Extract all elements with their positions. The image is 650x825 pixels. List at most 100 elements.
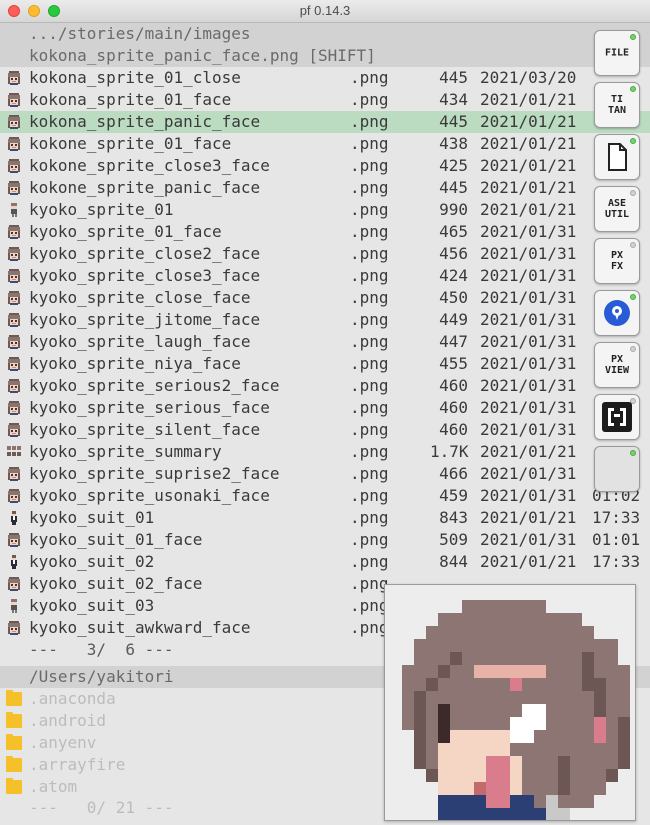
preview-pixel [426,704,438,717]
file-row[interactable]: kokone_sprite_close3_face .png 425 2021/01/… [0,155,650,177]
tool-document-button[interactable] [594,134,640,180]
file-row[interactable]: kyoko_sprite_usonaki_face .png 459 2021/01/… [0,485,650,507]
preview-pixel [486,743,498,756]
file-size: 455 [439,354,468,373]
preview-pixel [450,665,462,678]
file-size: 1.7K [430,442,469,461]
tool-location-pin-button[interactable] [594,290,640,336]
tool-pxfx-button[interactable]: PX FX [594,238,640,284]
preview-pixel [438,782,450,795]
file-date: 2021/01/21 [480,134,577,153]
file-row[interactable]: kyoko_sprite_niya_face .png 455 2021/01/31 [0,353,650,375]
face-icon [6,466,22,482]
preview-pixel [474,769,486,782]
preview-pixel [450,756,462,769]
preview-pixel [534,730,546,743]
file-size: 460 [439,376,468,395]
file-row[interactable]: kyoko_sprite_01_face .png 465 2021/01/31 [0,221,650,243]
file-row-selected[interactable]: kokona_sprite_panic_face .png 445 2021/01/2… [0,111,650,133]
file-row[interactable]: kyoko_suit_01 .png 843 2021/01/21 17:33 [0,507,650,529]
preview-pixel [498,808,510,820]
preview-pixel [534,808,546,820]
preview-pixel [486,782,498,795]
file-row[interactable]: kyoko_sprite_close3_face .png 424 2021/01/3… [0,265,650,287]
preview-pixel [618,678,630,691]
preview-pixel [534,665,546,678]
preview-pixel [582,691,594,704]
preview-pixel [546,756,558,769]
preview-pixel [438,808,450,820]
preview-pixel [462,626,474,639]
file-time: 17:33 [592,552,641,571]
preview-pixel [462,795,474,808]
file-name: kyoko_suit_01 [29,508,155,527]
preview-pixel [582,743,594,756]
preview-pixel [510,756,522,769]
preview-pixel [546,808,558,820]
file-row[interactable]: kyoko_sprite_silent_face .png 460 2021/01/3… [0,419,650,441]
file-name: kyoko_sprite_close3_face [29,266,261,285]
preview-pixel [546,691,558,704]
file-name: kyoko_sprite_silent_face [29,420,261,439]
file-row[interactable]: kyoko_sprite_laugh_face .png 447 2021/01/31 [0,331,650,353]
preview-pixel [522,639,534,652]
tool-brackets-logo-button[interactable] [594,394,640,440]
preview-pixel [450,639,462,652]
preview-pixel [546,717,558,730]
preview-pixel [618,704,630,717]
preview-pixel [402,704,414,717]
file-row[interactable]: kyoko_sprite_close_face .png 450 2021/01/31 [0,287,650,309]
preview-pixel [570,678,582,691]
preview-pixel [426,665,438,678]
preview-pixel [594,678,606,691]
tool-aseutil-button[interactable]: ASE UTIL [594,186,640,232]
file-row[interactable]: kyoko_sprite_serious_face .png 460 2021/01/… [0,397,650,419]
tool-blank-button[interactable] [594,446,640,492]
preview-pixel [522,665,534,678]
file-row[interactable]: kyoko_sprite_summary .png 1.7K 2021/01/21 [0,441,650,463]
preview-pixel [486,691,498,704]
preview-pixel [546,769,558,782]
file-row[interactable]: kyoko_suit_01_face .png 509 2021/01/31 01:01 [0,529,650,551]
face-icon [6,620,22,636]
preview-pixel [570,639,582,652]
preview-pixel [606,717,618,730]
file-date: 2021/01/21 [480,200,577,219]
file-row[interactable]: kokona_sprite_01_face .png 434 2021/01/21 [0,89,650,111]
file-row[interactable]: kokone_sprite_panic_face .png 445 2021/01/2… [0,177,650,199]
file-name: kyoko_sprite_01 [29,200,174,219]
file-row[interactable]: kyoko_sprite_close2_face .png 456 2021/01/3… [0,243,650,265]
file-row[interactable]: kyoko_sprite_serious2_face .png 460 2021/01… [0,375,650,397]
file-row[interactable]: kokone_sprite_01_face .png 438 2021/01/21 [0,133,650,155]
file-date: 2021/01/21 [480,552,577,571]
preview-pixel [606,691,618,704]
preview-pixel [474,639,486,652]
file-row[interactable]: kyoko_sprite_suprise2_face .png 466 2021/01… [0,463,650,485]
preview-pixel [522,795,534,808]
file-row[interactable]: kyoko_suit_02 .png 844 2021/01/21 17:33 [0,551,650,573]
file-ext: .png [350,618,389,637]
preview-pixel [498,756,510,769]
face-icon [6,532,22,548]
tool-pxview-button[interactable]: PX VIEW [594,342,640,388]
tool-titan-button[interactable]: TI TAN [594,82,640,128]
preview-pixel [546,626,558,639]
tool-label: PX VIEW [604,354,630,376]
file-row[interactable]: kyoko_sprite_jitome_face .png 449 2021/01/3… [0,309,650,331]
file-row[interactable]: kyoko_sprite_01 .png 990 2021/01/21 [0,199,650,221]
preview-pixel [474,600,486,613]
file-ext: .png [350,134,389,153]
preview-pixel [546,613,558,626]
preview-pixel [606,756,618,769]
tool-file-button[interactable]: FILE [594,30,640,76]
tool-label: ASE UTIL [604,198,630,220]
preview-pixel [558,691,570,704]
preview-pixel [498,639,510,652]
preview-pixel [606,665,618,678]
preview-pixel [510,795,522,808]
file-date: 2021/01/31 [480,376,577,395]
preview-pixel [462,613,474,626]
file-row[interactable]: kokona_sprite_01_close .png 445 2021/03/20 [0,67,650,89]
preview-pixel [558,652,570,665]
preview-pixel [462,808,474,820]
